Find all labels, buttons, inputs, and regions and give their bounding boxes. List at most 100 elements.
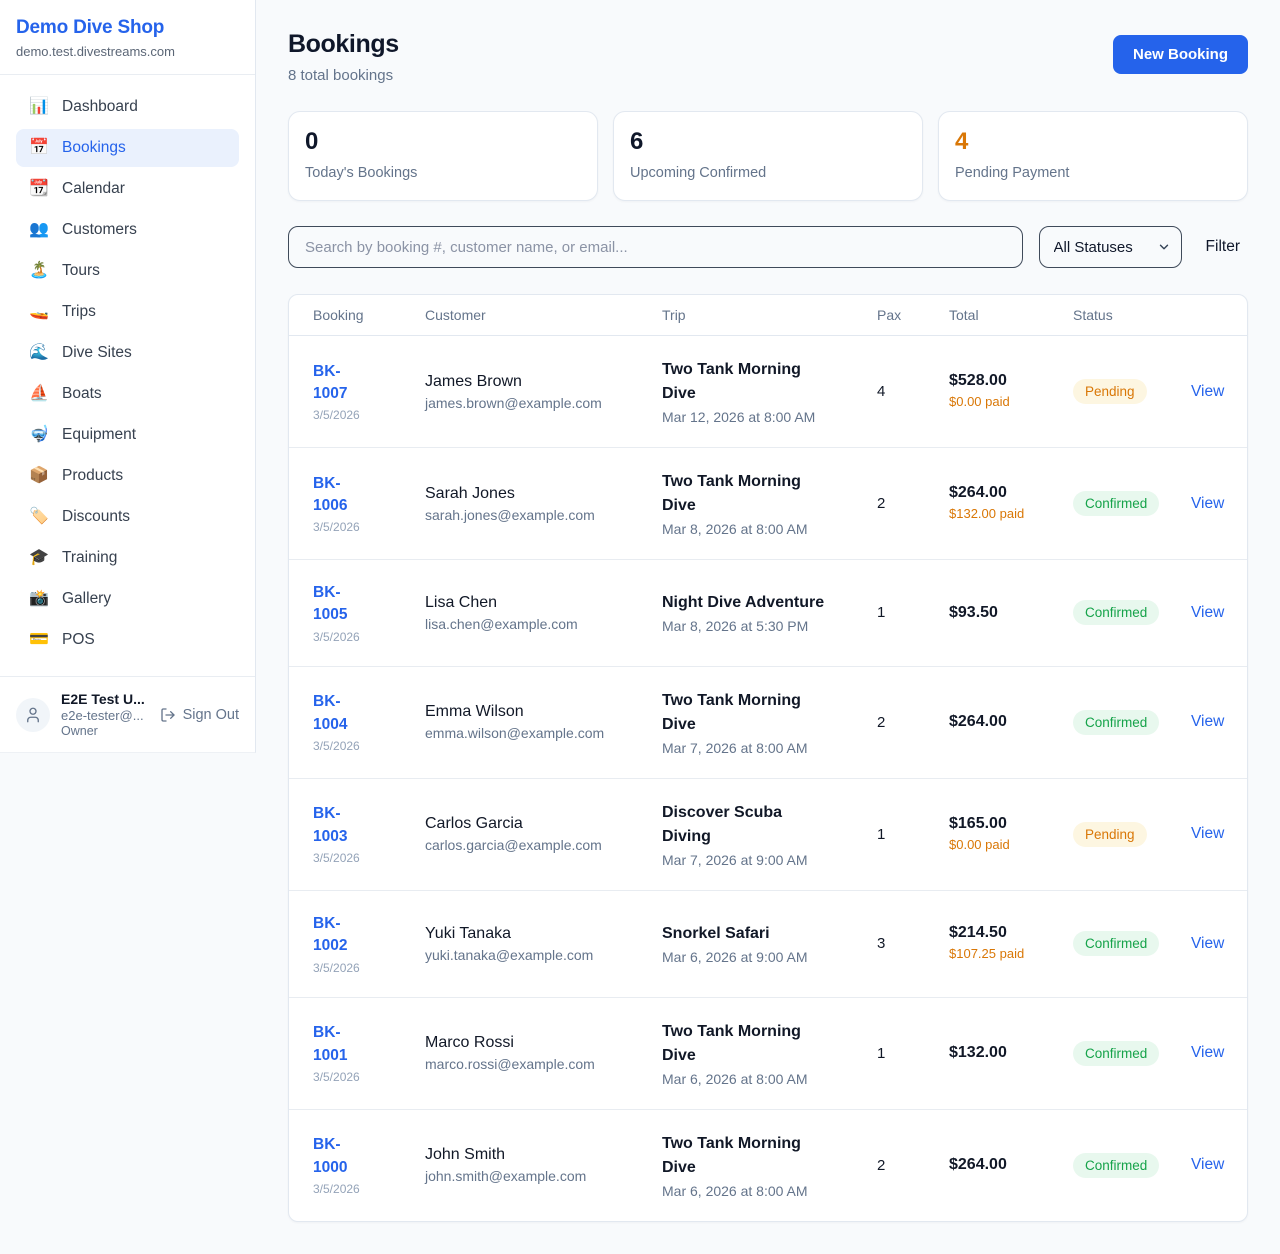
customer-name: James Brown: [425, 373, 662, 391]
view-link[interactable]: View: [1191, 383, 1224, 400]
view-link[interactable]: View: [1191, 604, 1224, 621]
trip-name: Two Tank Morning Dive: [662, 470, 827, 518]
view-link[interactable]: View: [1191, 935, 1224, 952]
customer-cell: Yuki Tanaka yuki.tanaka@example.com: [425, 925, 662, 963]
customer-name: Marco Rossi: [425, 1034, 662, 1052]
trip-datetime: Mar 6, 2026 at 8:00 AM: [662, 1183, 877, 1199]
brand-name[interactable]: Demo Dive Shop: [16, 17, 239, 39]
table-row: BK-1001 3/5/2026 Marco Rossi marco.rossi…: [289, 997, 1247, 1109]
trip-cell: Discover Scuba Diving Mar 7, 2026 at 9:0…: [662, 801, 877, 868]
nav-item-label: Customers: [62, 221, 137, 239]
booking-id-link[interactable]: BK-1003: [313, 803, 367, 848]
brand-domain: demo.test.divestreams.com: [16, 44, 239, 59]
nav-item-icon: 📆: [29, 181, 49, 197]
sidebar-item-bookings[interactable]: 📅 Bookings: [16, 129, 239, 167]
sidebar-item-trips[interactable]: 🚤 Trips: [16, 293, 239, 331]
booking-id-link[interactable]: BK-1002: [313, 913, 367, 958]
stat-label: Upcoming Confirmed: [630, 165, 906, 181]
view-link[interactable]: View: [1191, 495, 1224, 512]
trip-datetime: Mar 8, 2026 at 8:00 AM: [662, 521, 877, 537]
status-cell: Pending: [1073, 822, 1191, 847]
stat-label: Pending Payment: [955, 165, 1231, 181]
customer-name: Yuki Tanaka: [425, 925, 662, 943]
customer-email: lisa.chen@example.com: [425, 616, 662, 632]
total-amount: $165.00: [949, 815, 1073, 833]
nav-item-icon: 🎓: [29, 550, 49, 566]
sidebar-item-equipment[interactable]: 🤿 Equipment: [16, 416, 239, 454]
new-booking-button[interactable]: New Booking: [1113, 35, 1248, 74]
status-cell: Pending: [1073, 379, 1191, 404]
booking-date: 3/5/2026: [313, 408, 425, 422]
booking-id-link[interactable]: BK-1000: [313, 1134, 367, 1179]
avatar: [16, 698, 50, 732]
customer-name: Emma Wilson: [425, 703, 662, 721]
view-link[interactable]: View: [1191, 825, 1224, 842]
nav-item-label: Products: [62, 467, 123, 485]
sidebar-item-dashboard[interactable]: 📊 Dashboard: [16, 88, 239, 126]
total-amount: $264.00: [949, 713, 1073, 731]
pax-cell: 1: [877, 1045, 949, 1062]
nav-item-icon: 🚤: [29, 304, 49, 320]
sidebar-item-pos[interactable]: 💳 POS: [16, 621, 239, 659]
column-header-status: Status: [1073, 307, 1191, 323]
total-cell: $214.50 $107.25 paid: [949, 924, 1073, 964]
user-role: Owner: [61, 724, 147, 738]
sidebar-item-discounts[interactable]: 🏷️ Discounts: [16, 498, 239, 536]
app-layout: Demo Dive Shop demo.test.divestreams.com…: [0, 0, 1280, 1254]
column-header-trip: Trip: [662, 307, 877, 323]
view-link[interactable]: View: [1191, 1156, 1224, 1173]
search-input[interactable]: [288, 226, 1023, 268]
sign-out-label: Sign Out: [183, 707, 239, 723]
nav-item-label: Tours: [62, 262, 100, 280]
booking-id-link[interactable]: BK-1001: [313, 1022, 367, 1067]
bookings-table: Booking Customer Trip Pax Total Status: [288, 294, 1248, 1222]
customer-cell: Emma Wilson emma.wilson@example.com: [425, 703, 662, 741]
customer-email: james.brown@example.com: [425, 395, 662, 411]
status-select[interactable]: All Statuses: [1039, 226, 1182, 268]
sidebar-item-dive-sites[interactable]: 🌊 Dive Sites: [16, 334, 239, 372]
booking-cell: BK-1007 3/5/2026: [313, 361, 425, 423]
sidebar: Demo Dive Shop demo.test.divestreams.com…: [0, 0, 256, 753]
sign-out-button[interactable]: Sign Out: [158, 705, 241, 725]
view-link[interactable]: View: [1191, 713, 1224, 730]
sidebar-item-training[interactable]: 🎓 Training: [16, 539, 239, 577]
status-badge: Pending: [1073, 822, 1147, 847]
trip-datetime: Mar 6, 2026 at 9:00 AM: [662, 949, 877, 965]
user-info: E2E Test U... e2e-tester@... Owner: [61, 691, 147, 738]
booking-id-link[interactable]: BK-1006: [313, 473, 367, 518]
booking-date: 3/5/2026: [313, 739, 425, 753]
sidebar-item-customers[interactable]: 👥 Customers: [16, 211, 239, 249]
pax-cell: 4: [877, 383, 949, 400]
page-subtitle: 8 total bookings: [288, 67, 399, 84]
sidebar-item-gallery[interactable]: 📸 Gallery: [16, 580, 239, 618]
page-header-text: Bookings 8 total bookings: [288, 30, 399, 84]
sidebar-item-calendar[interactable]: 📆 Calendar: [16, 170, 239, 208]
trip-name: Snorkel Safari: [662, 922, 827, 946]
trip-cell: Two Tank Morning Dive Mar 7, 2026 at 8:0…: [662, 689, 877, 756]
column-header-total: Total: [949, 307, 1073, 323]
status-select-wrap: All Statuses: [1039, 226, 1182, 268]
trip-datetime: Mar 7, 2026 at 9:00 AM: [662, 852, 877, 868]
status-cell: Confirmed: [1073, 1041, 1191, 1066]
column-header-pax: Pax: [877, 307, 949, 323]
filter-button[interactable]: Filter: [1198, 238, 1248, 256]
nav-item-icon: 🏷️: [29, 509, 49, 525]
total-cell: $165.00 $0.00 paid: [949, 815, 1073, 855]
user-icon: [24, 706, 42, 724]
sidebar-item-boats[interactable]: ⛵ Boats: [16, 375, 239, 413]
customer-email: carlos.garcia@example.com: [425, 837, 662, 853]
total-amount: $264.00: [949, 1156, 1073, 1174]
main-content: Bookings 8 total bookings New Booking 0 …: [256, 0, 1280, 1254]
trip-datetime: Mar 7, 2026 at 8:00 AM: [662, 740, 877, 756]
stat-card-pending-payment: 4 Pending Payment: [938, 111, 1248, 201]
pax-cell: 3: [877, 935, 949, 952]
booking-id-link[interactable]: BK-1004: [313, 691, 367, 736]
booking-cell: BK-1004 3/5/2026: [313, 691, 425, 753]
sidebar-item-tours[interactable]: 🏝️ Tours: [16, 252, 239, 290]
sidebar-item-products[interactable]: 📦 Products: [16, 457, 239, 495]
customer-cell: Sarah Jones sarah.jones@example.com: [425, 485, 662, 523]
view-link[interactable]: View: [1191, 1044, 1224, 1061]
booking-id-link[interactable]: BK-1007: [313, 361, 367, 406]
pax-cell: 2: [877, 495, 949, 512]
booking-id-link[interactable]: BK-1005: [313, 582, 367, 627]
